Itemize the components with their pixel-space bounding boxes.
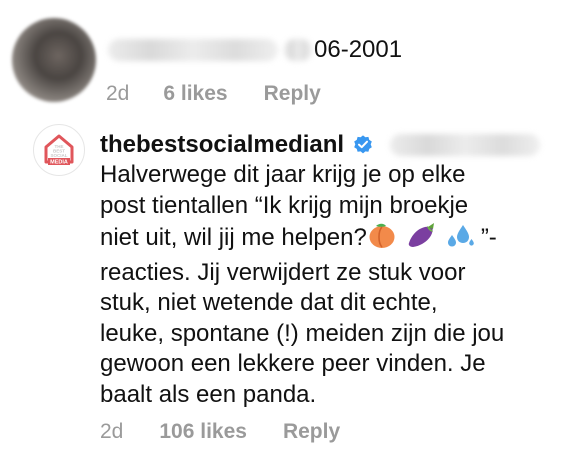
peach-emoji (367, 221, 397, 258)
comment-1: 06-2001 2d 6 likes Reply (0, 0, 573, 120)
comment-time: 2d (100, 420, 124, 443)
blurred-username (108, 39, 278, 61)
blurred-username (390, 134, 541, 156)
comment-text-line-with-emoji: niet uit, wil jij me helpen? ”- (100, 221, 570, 258)
eggplant-emoji (405, 221, 437, 258)
comment-username-row[interactable]: 06-2001 (108, 36, 402, 64)
comment-username-row: thebestsocialmedianl (100, 131, 541, 159)
brand-logo-text-media: MEDIA (50, 160, 68, 166)
username[interactable]: thebestsocialmedianl (100, 131, 344, 159)
username-visible-part: 06-2001 (314, 36, 403, 63)
comment-text-line: stuk, niet wetende dat dit echte, (100, 289, 438, 316)
comment-meta: 2d 106 likes Reply (100, 420, 340, 444)
avatar[interactable] (12, 18, 96, 102)
reply-button[interactable]: Reply (264, 82, 321, 106)
verified-badge-icon (352, 134, 374, 156)
comment-text-line: post tientallen “Ik krijg mijn broekje (100, 191, 469, 219)
reply-button[interactable]: Reply (283, 420, 340, 444)
comment-time: 2d (106, 82, 130, 105)
comment-text-line: reacties. Jij verwijdert ze stuk voor (100, 258, 466, 286)
comment-text-line: Halverwege dit jaar krijg je op elke (100, 161, 466, 188)
comment-text-line: gewoon een lekkere peer vinden. Je (100, 350, 486, 377)
comment-text: Halverwege dit jaar krijg je op elke pos… (100, 160, 570, 410)
brand-logo-icon: THE BEST SOCIAL MEDIA (35, 126, 83, 174)
comment-text-line: leuke, spontane (!) meiden zijn die jou (100, 319, 505, 347)
likes-count[interactable]: 106 likes (159, 420, 247, 444)
blurred-username-part (284, 39, 312, 61)
comment-text-segment: ”- (480, 224, 497, 251)
comment-meta: 2d 6 likes Reply (106, 82, 321, 106)
sweat-droplets-emoji (445, 221, 475, 258)
brand-logo-text-social: SOCIAL (50, 153, 67, 158)
comment-text-line: baalt als een panda. (100, 380, 317, 408)
likes-count[interactable]: 6 likes (163, 82, 227, 106)
comment-text-segment: niet uit, wil jij me helpen? (100, 224, 367, 251)
brand-avatar[interactable]: THE BEST SOCIAL MEDIA (33, 124, 85, 176)
